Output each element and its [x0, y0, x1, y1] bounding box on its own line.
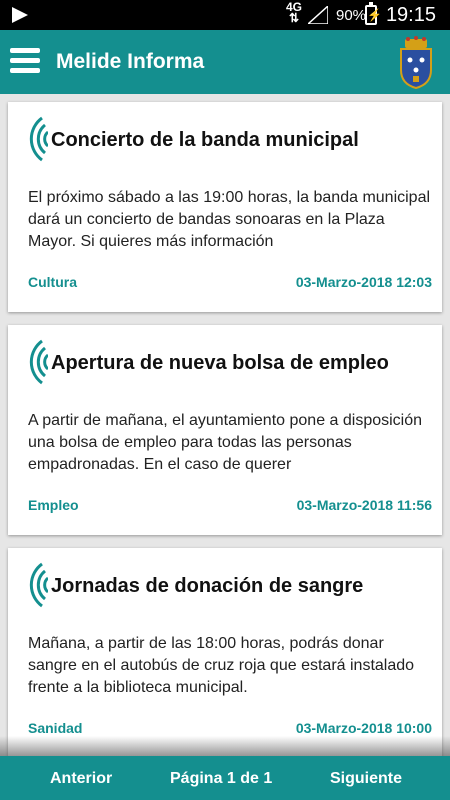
broadcast-icon [29, 116, 48, 162]
page-indicator: Página 1 de 1 [170, 770, 273, 787]
news-date: 03-Marzo-2018 12:03 [295, 274, 432, 290]
news-date: 03-Marzo-2018 10:00 [295, 720, 432, 736]
news-category: Sanidad [28, 720, 83, 736]
clock: 19:15 [385, 4, 436, 26]
status-bar: 4G ⇅ 90% ⚡ 19:15 [0, 0, 450, 30]
scroll-shadow [0, 736, 450, 756]
broadcast-icon [29, 339, 48, 385]
signal-icon [308, 6, 328, 24]
news-title: Jornadas de donación de sangre [51, 575, 364, 597]
news-card[interactable]: Jornadas de donación de sangre Mañana, a… [8, 548, 442, 756]
network-indicator: 4G ⇅ [285, 0, 302, 25]
next-button[interactable]: Siguiente [330, 770, 402, 788]
app-bar: Melide Informa [0, 30, 450, 94]
previous-button[interactable]: Anterior [50, 770, 112, 788]
play-icon [12, 7, 28, 23]
news-card[interactable]: Apertura de nueva bolsa de empleo A part… [8, 325, 442, 535]
broadcast-icon [29, 562, 48, 608]
pagination-bar: Anterior Página 1 de 1 Siguiente [0, 756, 450, 800]
menu-icon[interactable] [10, 48, 40, 74]
news-card[interactable]: Concierto de la banda municipal El próxi… [8, 102, 442, 312]
news-body: El próximo sábado a las 19:00 horas, la … [28, 189, 431, 250]
battery-percent: 90% [336, 7, 367, 24]
news-list[interactable]: Concierto de la banda municipal El próxi… [0, 94, 450, 756]
news-body: Mañana, a partir de las 18:00 horas, pod… [28, 635, 415, 696]
news-title: Concierto de la banda municipal [51, 129, 359, 151]
news-date: 03-Marzo-2018 11:56 [296, 497, 432, 513]
news-title: Apertura de nueva bolsa de empleo [51, 352, 389, 374]
app-title: Melide Informa [56, 50, 205, 73]
battery-charging-icon: ⚡ [365, 2, 382, 25]
news-category: Cultura [28, 274, 77, 290]
municipal-crest-icon [400, 36, 432, 90]
news-body: A partir de mañana, el ayuntamiento pone… [28, 412, 423, 473]
news-category: Empleo [28, 497, 79, 513]
